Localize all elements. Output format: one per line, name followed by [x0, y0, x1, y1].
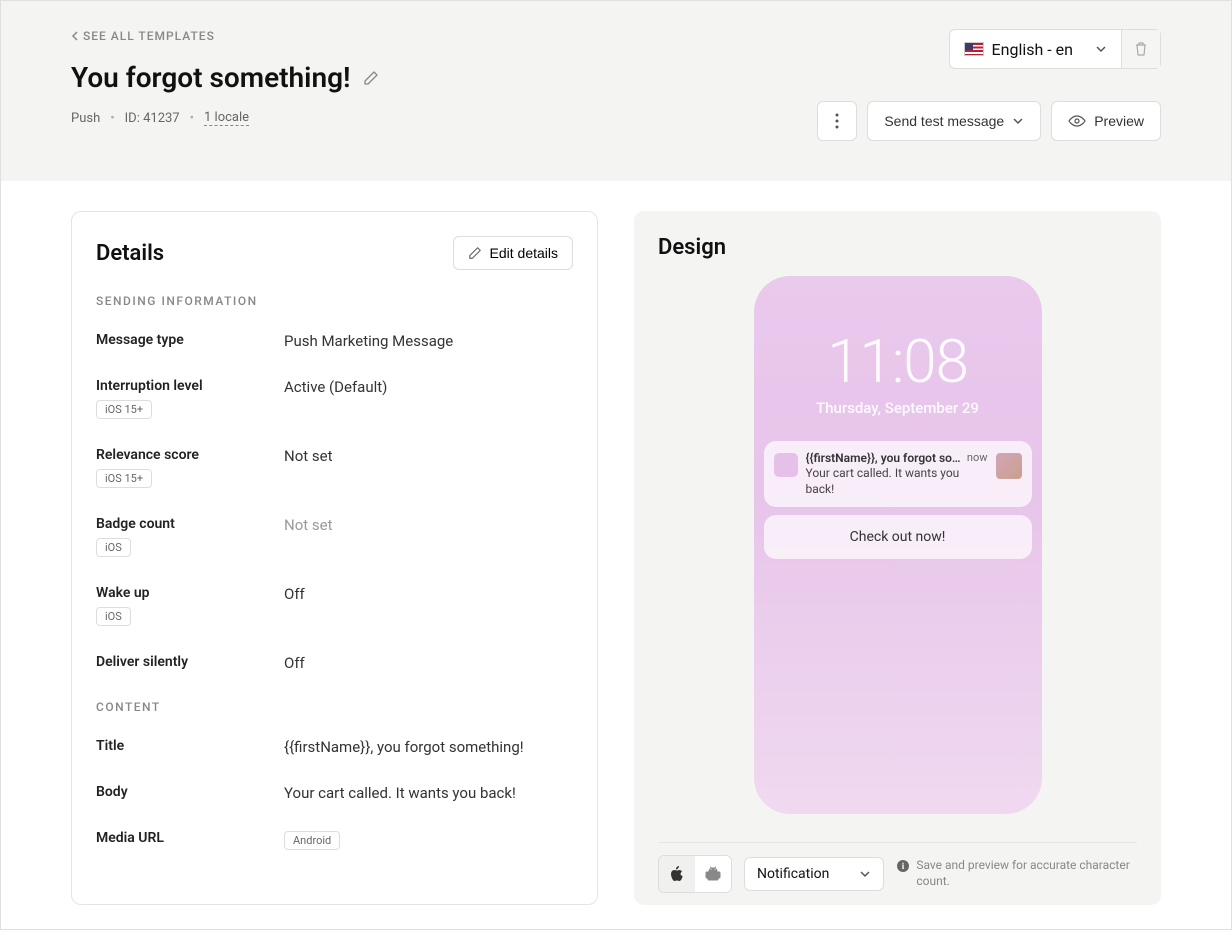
- phone-preview-wrap: 11:08 Thursday, September 29 {{firstName…: [658, 260, 1137, 842]
- row-deliver-silently: Deliver silently Off: [96, 654, 573, 672]
- chevron-down-icon: [1012, 117, 1024, 125]
- row-media-url: Media URL Android: [96, 830, 573, 850]
- meta-id: ID: 41237: [125, 111, 180, 126]
- platform-android-button[interactable]: [695, 856, 731, 892]
- tag-android: Android: [284, 831, 340, 850]
- row-interruption: Interruption level iOS 15+ Active (Defau…: [96, 378, 573, 419]
- val-title: {{firstName}}, you forgot something!: [284, 738, 524, 756]
- val-wake-up: Off: [284, 585, 305, 626]
- locale-delete-button[interactable]: [1121, 30, 1160, 68]
- edit-details-label: Edit details: [490, 245, 558, 261]
- notification-media-thumb: [996, 453, 1022, 479]
- key-body: Body: [96, 784, 284, 800]
- send-test-button[interactable]: Send test message: [867, 101, 1041, 141]
- pencil-icon[interactable]: [363, 70, 379, 86]
- key-wake-up: Wake up: [96, 585, 284, 601]
- phone-preview: 11:08 Thursday, September 29 {{firstName…: [754, 276, 1042, 814]
- more-button[interactable]: [817, 101, 857, 141]
- meta-type: Push: [71, 111, 100, 126]
- row-wake-up: Wake up iOS Off: [96, 585, 573, 626]
- locale-dropdown[interactable]: English - en: [950, 40, 1121, 59]
- title-row: You forgot something!: [71, 61, 379, 94]
- key-message-type: Message type: [96, 332, 284, 348]
- tag-ios15: iOS 15+: [96, 469, 152, 488]
- lockscreen-date: Thursday, September 29: [764, 399, 1032, 417]
- android-icon: [705, 866, 721, 882]
- info-icon: i: [896, 859, 910, 873]
- val-media-url: Android: [284, 830, 340, 850]
- locale-label: English - en: [992, 40, 1073, 59]
- key-media-url: Media URL: [96, 830, 284, 846]
- locale-selector: English - en: [949, 29, 1161, 69]
- notification-body: {{firstName}}, you forgot somet... now Y…: [806, 451, 988, 497]
- notification-title: {{firstName}}, you forgot somet...: [806, 451, 963, 465]
- design-panel: Design 11:08 Thursday, September 29 {{fi…: [634, 211, 1161, 905]
- key-relevance: Relevance score: [96, 447, 284, 463]
- trash-icon: [1134, 41, 1148, 57]
- pencil-icon: [468, 246, 482, 260]
- row-badge-count: Badge count iOS Not set: [96, 516, 573, 557]
- tag-ios: iOS: [96, 538, 131, 557]
- apple-icon: [669, 865, 685, 883]
- key-interruption: Interruption level: [96, 378, 284, 394]
- val-message-type: Push Marketing Message: [284, 332, 453, 350]
- platform-ios-button[interactable]: [659, 856, 695, 892]
- val-body: Your cart called. It wants you back!: [284, 784, 516, 802]
- key-deliver-silently: Deliver silently: [96, 654, 284, 670]
- notification-time: now: [967, 451, 988, 464]
- meta-dot: •: [190, 111, 194, 126]
- key-title: Title: [96, 738, 284, 754]
- section-sending-label: SENDING INFORMATION: [96, 294, 573, 308]
- page-title: You forgot something!: [71, 61, 351, 94]
- row-title: Title {{firstName}}, you forgot somethin…: [96, 738, 573, 756]
- back-link[interactable]: SEE ALL TEMPLATES: [71, 29, 379, 43]
- preview-label: Preview: [1094, 113, 1144, 129]
- row-body: Body Your cart called. It wants you back…: [96, 784, 573, 802]
- header-right: English - en Send test message Preview: [817, 29, 1161, 141]
- details-title: Details: [96, 241, 164, 266]
- design-footer: Notification i Save and preview for accu…: [658, 842, 1137, 905]
- action-buttons: Send test message Preview: [817, 101, 1161, 141]
- chevron-down-icon: [859, 870, 871, 878]
- meta-row: Push • ID: 41237 • 1 locale: [71, 110, 379, 126]
- dots-vertical-icon: [835, 113, 839, 129]
- preview-button[interactable]: Preview: [1051, 101, 1161, 141]
- notification-card: {{firstName}}, you forgot somet... now Y…: [764, 441, 1032, 507]
- info-hint: i Save and preview for accurate characte…: [896, 858, 1137, 889]
- meta-dot: •: [110, 111, 114, 126]
- notif-type-label: Notification: [757, 866, 829, 882]
- app-icon: [774, 453, 798, 477]
- eye-icon: [1068, 115, 1086, 127]
- val-deliver-silently: Off: [284, 654, 305, 672]
- chevron-left-icon: [71, 31, 79, 41]
- notification-type-select[interactable]: Notification: [744, 857, 884, 891]
- notification-text: Your cart called. It wants you back!: [806, 466, 988, 497]
- chevron-down-icon: [1095, 45, 1107, 53]
- edit-details-button[interactable]: Edit details: [453, 236, 573, 270]
- val-badge-count: Not set: [284, 516, 333, 557]
- notification-action: Check out now!: [764, 515, 1032, 559]
- details-header: Details Edit details: [96, 236, 573, 270]
- tag-ios: iOS: [96, 607, 131, 626]
- details-panel: Details Edit details SENDING INFORMATION…: [71, 211, 598, 905]
- row-relevance: Relevance score iOS 15+ Not set: [96, 447, 573, 488]
- platform-toggle: [658, 855, 732, 893]
- val-interruption: Active (Default): [284, 378, 387, 419]
- key-badge-count: Badge count: [96, 516, 284, 532]
- hint-text: Save and preview for accurate character …: [916, 858, 1137, 889]
- tag-ios15: iOS 15+: [96, 400, 152, 419]
- header-left: SEE ALL TEMPLATES You forgot something! …: [71, 29, 379, 141]
- content: Details Edit details SENDING INFORMATION…: [1, 181, 1231, 935]
- design-title: Design: [658, 235, 1137, 260]
- section-content-label: CONTENT: [96, 700, 573, 714]
- send-test-label: Send test message: [884, 113, 1004, 129]
- flag-us-icon: [964, 42, 984, 56]
- lockscreen-time: 11:08: [764, 326, 1032, 397]
- val-relevance: Not set: [284, 447, 333, 488]
- page-header: SEE ALL TEMPLATES You forgot something! …: [1, 1, 1231, 181]
- row-message-type: Message type Push Marketing Message: [96, 332, 573, 350]
- back-label: SEE ALL TEMPLATES: [83, 29, 215, 43]
- meta-locale[interactable]: 1 locale: [204, 110, 249, 126]
